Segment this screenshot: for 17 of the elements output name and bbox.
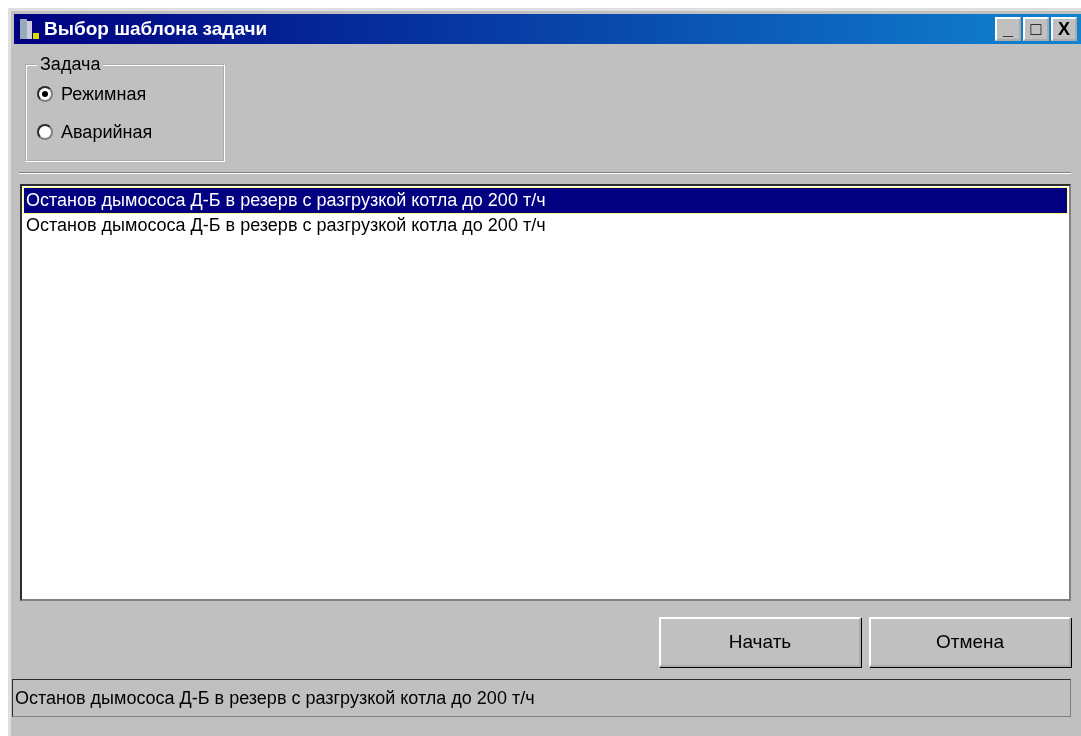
radio-option[interactable]: Режимная	[37, 75, 213, 113]
group-title: Задача	[39, 54, 102, 75]
radio-button[interactable]	[37, 124, 53, 140]
radio-label: Аварийная	[61, 121, 153, 143]
dialog-button[interactable]: Отмена	[869, 617, 1071, 667]
window-control-button[interactable]: _	[995, 17, 1021, 41]
window-title: Выбор шаблона задачи	[44, 18, 269, 40]
list-item[interactable]: Останов дымососа Д-Б в резерв с разгрузкой котла до 200 т/ч	[24, 188, 1067, 213]
dialog-button[interactable]: Начать	[659, 617, 861, 667]
radio-option[interactable]: Аварийная	[37, 113, 213, 151]
app-icon	[18, 17, 42, 41]
radio-label: Режимная	[61, 83, 147, 105]
window-control-button[interactable]: X	[1051, 17, 1077, 41]
window-control-button[interactable]: □	[1023, 17, 1049, 41]
status-bar: Останов дымососа Д-Б в резерв с разгрузкой котла до 200 т/ч	[12, 679, 1071, 717]
list-item[interactable]: Останов дымососа Д-Б в резерв с разгрузкой котла до 200 т/ч	[24, 213, 1067, 238]
radio-button[interactable]	[37, 86, 53, 102]
